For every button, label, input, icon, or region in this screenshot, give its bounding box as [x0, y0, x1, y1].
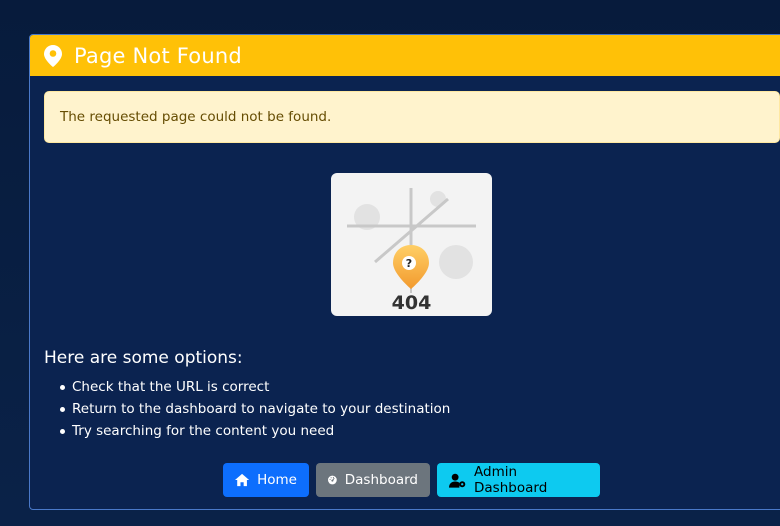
map-blob-right — [439, 245, 473, 279]
admin-dashboard-button-label: Admin Dashboard — [474, 464, 548, 496]
dashboard-button-label: Dashboard — [344, 472, 418, 488]
bullet-icon — [60, 407, 65, 412]
gauge-icon — [328, 475, 337, 485]
card-title: Page Not Found — [74, 43, 242, 68]
not-found-card: Page Not Found The requested page could … — [29, 34, 780, 510]
options-list: Check that the URL is correct Return to … — [44, 376, 450, 442]
alert-message: The requested page could not be found. — [60, 109, 332, 125]
dashboard-button[interactable]: Dashboard — [316, 463, 430, 497]
option-item: Check that the URL is correct — [44, 376, 450, 398]
options-heading: Here are some options: — [44, 348, 243, 368]
option-item: Try searching for the content you need — [44, 420, 450, 442]
user-cog-icon — [449, 473, 466, 488]
action-buttons: Home Dashboard Admin Dashboard — [223, 463, 600, 497]
home-icon — [235, 473, 250, 487]
home-button[interactable]: Home — [223, 463, 309, 497]
not-found-illustration: ? 404 — [331, 173, 492, 316]
option-text: Return to the dashboard to navigate to y… — [72, 401, 451, 417]
error-alert: The requested page could not be found. — [44, 91, 780, 143]
map-pin-icon — [44, 44, 62, 67]
home-button-label: Home — [257, 472, 297, 488]
bullet-icon — [60, 385, 65, 390]
option-text: Try searching for the content you need — [72, 423, 335, 439]
bullet-icon — [60, 429, 65, 434]
admin-dashboard-button[interactable]: Admin Dashboard — [437, 463, 600, 497]
option-text: Check that the URL is correct — [72, 379, 270, 395]
question-mark-icon: ? — [406, 257, 412, 270]
error-code: 404 — [391, 292, 432, 314]
card-header: Page Not Found — [30, 35, 780, 76]
option-item: Return to the dashboard to navigate to y… — [44, 398, 450, 420]
